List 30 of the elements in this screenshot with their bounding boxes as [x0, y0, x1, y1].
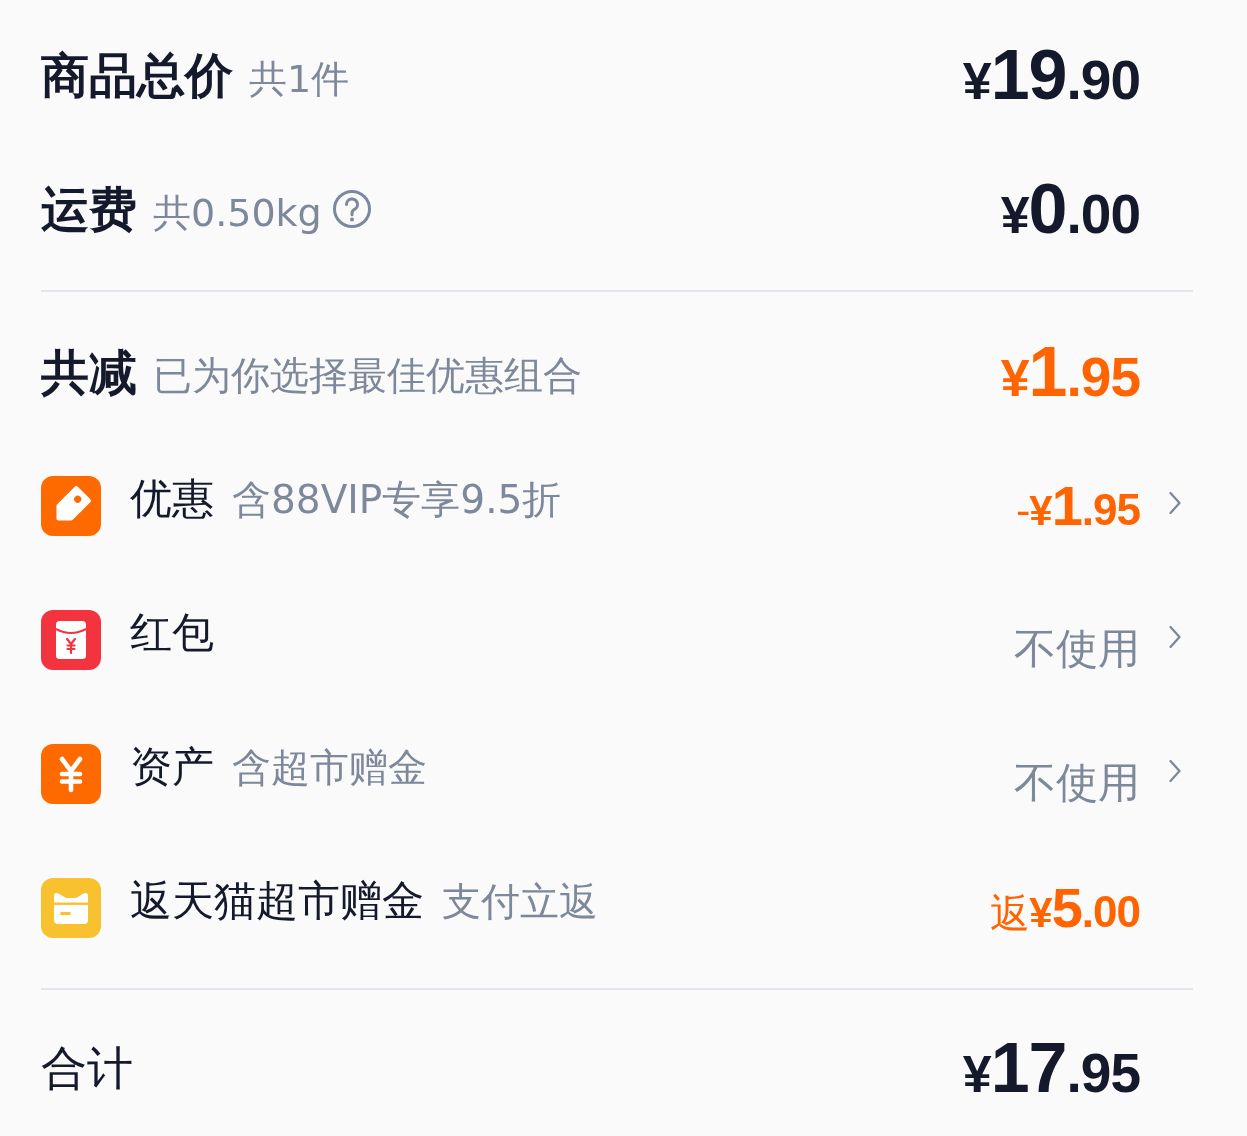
benefit-note: 含88VIP专享9.5折 — [232, 479, 562, 522]
envelope-icon — [41, 610, 101, 670]
benefit-label: 红包 — [130, 610, 214, 657]
summary-label: 商品总价 — [41, 48, 233, 102]
summary-note: 共1件 — [249, 58, 350, 101]
chevron-right-icon[interactable] — [1168, 624, 1182, 650]
benefit-value: 不使用 — [1014, 625, 1140, 673]
cat-card-icon — [41, 878, 101, 938]
tag-icon — [41, 476, 101, 536]
benefit-note: 含超市赠金 — [232, 747, 427, 790]
summary-label: 运费 — [41, 182, 137, 236]
benefit-value: 不使用 — [1014, 759, 1140, 807]
help-icon[interactable] — [331, 189, 372, 229]
chevron-right-icon[interactable] — [1168, 490, 1182, 516]
benefit-note: 支付立返 — [442, 881, 598, 924]
total-label: 合计 — [41, 1042, 133, 1094]
chevron-right-icon[interactable] — [1168, 758, 1182, 784]
benefit-label: 资产 — [130, 744, 214, 791]
yen-icon — [41, 744, 101, 804]
discount-note: 已为你选择最佳优惠组合 — [153, 354, 582, 398]
benefit-amount: -¥1.95 — [1015, 478, 1140, 534]
benefit-label: 优惠 — [130, 476, 214, 523]
benefit-amount: 返¥5.00 — [990, 880, 1140, 936]
price-amount: ¥19.90 — [962, 40, 1140, 110]
benefit-label: 返天猫超市赠金 — [130, 878, 424, 925]
discount-amount: ¥1.95 — [1000, 337, 1140, 407]
summary-note: 共0.50kg — [153, 192, 322, 235]
discount-label: 共减 — [41, 345, 137, 399]
price-amount: ¥0.00 — [1000, 174, 1140, 244]
total-amount: ¥17.95 — [962, 1033, 1140, 1103]
